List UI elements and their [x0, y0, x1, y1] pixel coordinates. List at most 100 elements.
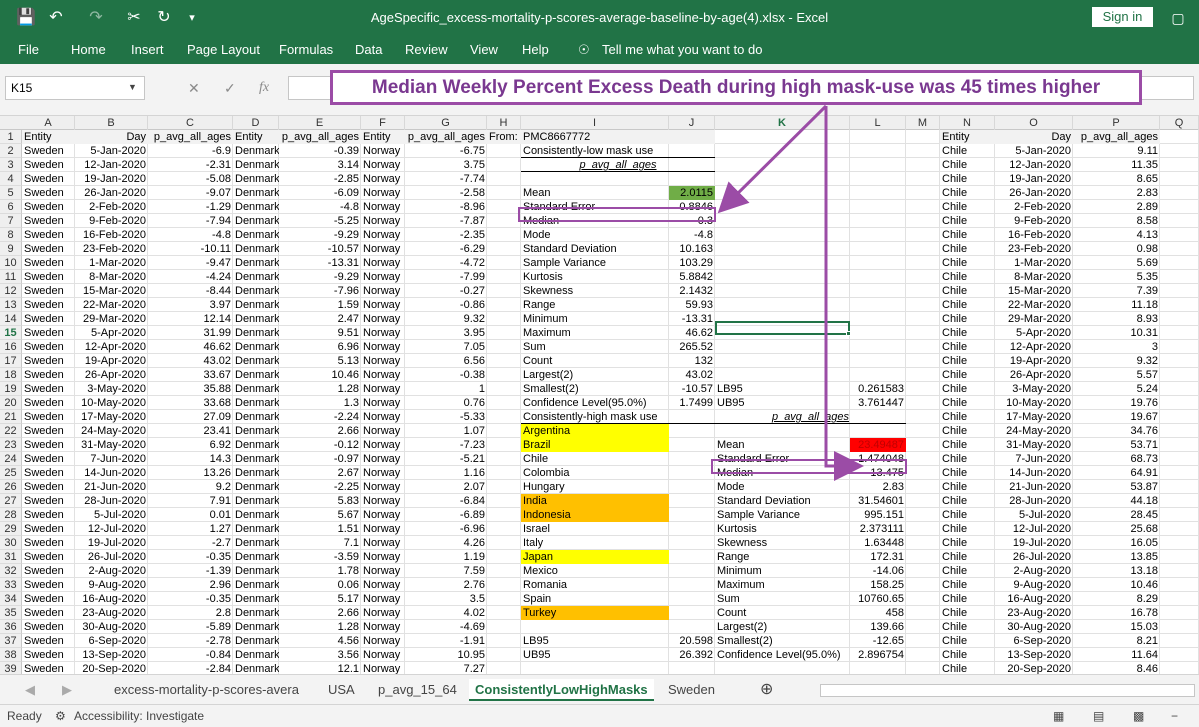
- cell-e15[interactable]: 9.51: [279, 326, 361, 340]
- cell-g34[interactable]: 3.5: [405, 592, 487, 606]
- tab-formulas[interactable]: Formulas: [279, 42, 333, 57]
- cell-a21[interactable]: Sweden: [22, 410, 75, 424]
- cell-e22[interactable]: 2.66: [279, 424, 361, 438]
- cell-n12[interactable]: Chile: [940, 284, 995, 298]
- cell-o26[interactable]: 21-Jun-2020: [995, 480, 1073, 494]
- cell-p4[interactable]: 8.65: [1073, 172, 1160, 186]
- cell-d23[interactable]: Denmark: [233, 438, 279, 452]
- name-box[interactable]: K15: [5, 76, 145, 100]
- cell-o20[interactable]: 10-May-2020: [995, 396, 1073, 410]
- cell-p22[interactable]: 34.76: [1073, 424, 1160, 438]
- cell-c20[interactable]: 33.68: [148, 396, 233, 410]
- cell-p7[interactable]: 8.58: [1073, 214, 1160, 228]
- cell-b14[interactable]: 29-Mar-2020: [75, 312, 148, 326]
- cell-f4[interactable]: Norway: [361, 172, 405, 186]
- next-sheet-icon[interactable]: ▶: [62, 679, 72, 701]
- cell-c12[interactable]: -8.44: [148, 284, 233, 298]
- cell-a16[interactable]: Sweden: [22, 340, 75, 354]
- cell-e27[interactable]: 5.83: [279, 494, 361, 508]
- cell-b29[interactable]: 12-Jul-2020: [75, 522, 148, 536]
- row-header-35[interactable]: 35: [0, 606, 22, 620]
- cell-a5[interactable]: Sweden: [22, 186, 75, 200]
- cell-g23[interactable]: -7.23: [405, 438, 487, 452]
- row-header-39[interactable]: 39: [0, 662, 22, 674]
- cell-b4[interactable]: 19-Jan-2020: [75, 172, 148, 186]
- cell-g30[interactable]: 4.26: [405, 536, 487, 550]
- cell-c14[interactable]: 12.14: [148, 312, 233, 326]
- cell-p13[interactable]: 11.18: [1073, 298, 1160, 312]
- fill-handle[interactable]: [846, 331, 851, 336]
- cell-b27[interactable]: 28-Jun-2020: [75, 494, 148, 508]
- cell-f26[interactable]: Norway: [361, 480, 405, 494]
- cell-e25[interactable]: 2.67: [279, 466, 361, 480]
- cell-a19[interactable]: Sweden: [22, 382, 75, 396]
- cell-p38[interactable]: 11.64: [1073, 648, 1160, 662]
- cell-a9[interactable]: Sweden: [22, 242, 75, 256]
- cell-d1[interactable]: Entity: [233, 130, 279, 144]
- cell-g8[interactable]: -2.35: [405, 228, 487, 242]
- cell-f7[interactable]: Norway: [361, 214, 405, 228]
- cell-i35[interactable]: Turkey: [521, 606, 669, 620]
- cell-n16[interactable]: Chile: [940, 340, 995, 354]
- cell-b34[interactable]: 16-Aug-2020: [75, 592, 148, 606]
- row-header-30[interactable]: 30: [0, 536, 22, 550]
- row-header-21[interactable]: 21: [0, 410, 22, 424]
- cell-c29[interactable]: 1.27: [148, 522, 233, 536]
- cell-n34[interactable]: Chile: [940, 592, 995, 606]
- cell-a25[interactable]: Sweden: [22, 466, 75, 480]
- cell-l23[interactable]: 23.49487: [850, 438, 906, 452]
- cell-b15[interactable]: 5-Apr-2020: [75, 326, 148, 340]
- cell-p5[interactable]: 2.83: [1073, 186, 1160, 200]
- cell-d5[interactable]: Denmark: [233, 186, 279, 200]
- cell-e31[interactable]: -3.59: [279, 550, 361, 564]
- tab-view[interactable]: View: [470, 42, 498, 57]
- cell-p3[interactable]: 11.35: [1073, 158, 1160, 172]
- cell-b20[interactable]: 10-May-2020: [75, 396, 148, 410]
- cell-b16[interactable]: 12-Apr-2020: [75, 340, 148, 354]
- cell-d13[interactable]: Denmark: [233, 298, 279, 312]
- zoom-out-icon[interactable]: −: [1171, 709, 1178, 723]
- cell-o10[interactable]: 1-Mar-2020: [995, 256, 1073, 270]
- cell-p36[interactable]: 15.03: [1073, 620, 1160, 634]
- cell-n26[interactable]: Chile: [940, 480, 995, 494]
- accessibility-icon[interactable]: ⚙: [55, 709, 66, 723]
- cell-o3[interactable]: 12-Jan-2020: [995, 158, 1073, 172]
- cell-c21[interactable]: 27.09: [148, 410, 233, 424]
- cell-b10[interactable]: 1-Mar-2020: [75, 256, 148, 270]
- cell-f12[interactable]: Norway: [361, 284, 405, 298]
- cell-o13[interactable]: 22-Mar-2020: [995, 298, 1073, 312]
- cell-g26[interactable]: 2.07: [405, 480, 487, 494]
- row-header-1[interactable]: 1: [0, 130, 22, 144]
- row-header-28[interactable]: 28: [0, 508, 22, 522]
- cell-c33[interactable]: 2.96: [148, 578, 233, 592]
- cell-p25[interactable]: 64.91: [1073, 466, 1160, 480]
- cell-c9[interactable]: -10.11: [148, 242, 233, 256]
- cell-a4[interactable]: Sweden: [22, 172, 75, 186]
- tab-file[interactable]: File: [18, 42, 39, 57]
- row-header-37[interactable]: 37: [0, 634, 22, 648]
- column-header-d[interactable]: D: [233, 116, 279, 130]
- cell-a23[interactable]: Sweden: [22, 438, 75, 452]
- cell-n11[interactable]: Chile: [940, 270, 995, 284]
- column-header-j[interactable]: J: [669, 116, 715, 130]
- cell-n15[interactable]: Chile: [940, 326, 995, 340]
- cell-d10[interactable]: Denmark: [233, 256, 279, 270]
- cell-e19[interactable]: 1.28: [279, 382, 361, 396]
- cell-b19[interactable]: 3-May-2020: [75, 382, 148, 396]
- cell-o33[interactable]: 9-Aug-2020: [995, 578, 1073, 592]
- cell-p34[interactable]: 8.29: [1073, 592, 1160, 606]
- cell-j19[interactable]: -10.57: [669, 382, 715, 396]
- cell-n1[interactable]: Entity: [940, 130, 995, 144]
- cell-a18[interactable]: Sweden: [22, 368, 75, 382]
- cell-l34[interactable]: 10760.65: [850, 592, 906, 606]
- row-header-32[interactable]: 32: [0, 564, 22, 578]
- cell-e26[interactable]: -2.25: [279, 480, 361, 494]
- column-header-g[interactable]: G: [405, 116, 487, 130]
- cell-l35[interactable]: 458: [850, 606, 906, 620]
- cell-b6[interactable]: 2-Feb-2020: [75, 200, 148, 214]
- cell-o35[interactable]: 23-Aug-2020: [995, 606, 1073, 620]
- cell-j12[interactable]: 2.1432: [669, 284, 715, 298]
- cell-b7[interactable]: 9-Feb-2020: [75, 214, 148, 228]
- add-sheet-icon[interactable]: ⊕: [760, 679, 773, 701]
- cell-n30[interactable]: Chile: [940, 536, 995, 550]
